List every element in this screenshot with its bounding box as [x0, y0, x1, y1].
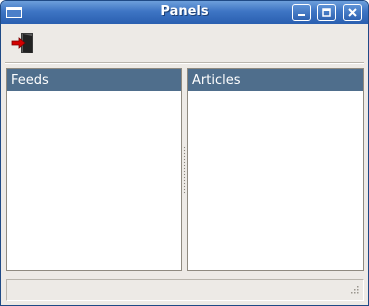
resize-grip-icon[interactable] [349, 286, 359, 296]
close-icon [348, 8, 357, 17]
articles-header: Articles [188, 69, 363, 91]
feeds-header: Feeds [7, 69, 181, 91]
panel-splitter-handle[interactable] [183, 146, 186, 194]
window-title: Panels [160, 4, 209, 19]
exit-door-icon [11, 33, 33, 53]
feeds-panel[interactable]: Feeds [6, 68, 182, 271]
toolbar [1, 24, 368, 60]
title-bar[interactable]: Panels [1, 1, 368, 24]
app-window: Panels Feeds Articles [0, 0, 369, 306]
minimize-icon [298, 14, 305, 16]
close-button[interactable] [343, 4, 362, 21]
exit-button[interactable] [9, 30, 37, 56]
maximize-icon [322, 8, 331, 17]
status-bar [6, 279, 364, 301]
articles-panel[interactable]: Articles [187, 68, 364, 271]
minimize-button[interactable] [292, 4, 311, 21]
toolbar-separator [5, 62, 364, 64]
maximize-button[interactable] [317, 4, 336, 21]
